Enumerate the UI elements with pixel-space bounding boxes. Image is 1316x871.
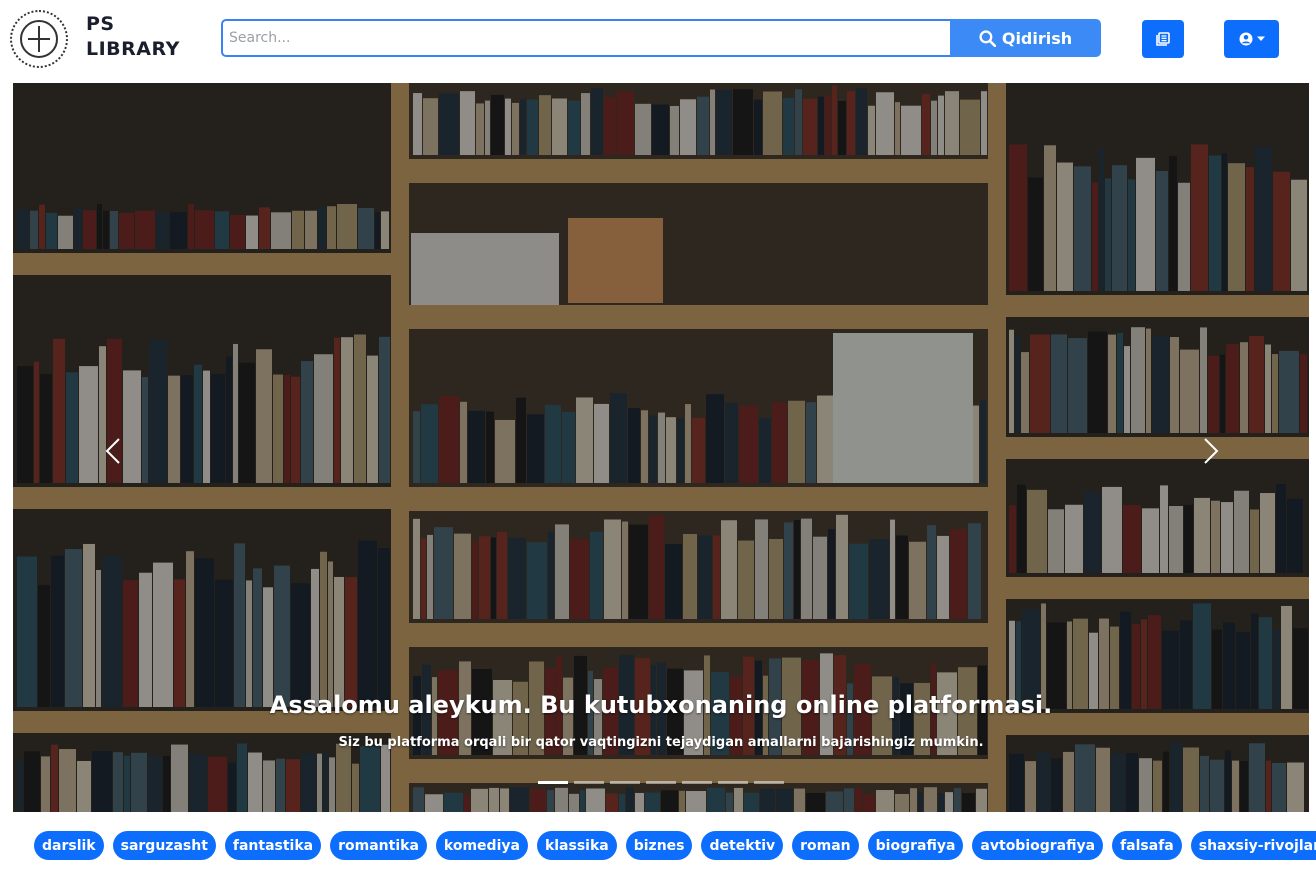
carousel-indicator[interactable] xyxy=(718,781,748,784)
carousel-indicator[interactable] xyxy=(538,781,568,784)
hero-carousel[interactable]: Assalomu aleykum. Bu kutubxonaning onlin… xyxy=(13,83,1309,812)
search-form: Qidirish xyxy=(221,19,1101,57)
category-tag[interactable]: shaxsiy-rivojlanish xyxy=(1190,831,1316,860)
category-tag[interactable]: sarguzasht xyxy=(112,831,216,860)
carousel-subtitle: Siz bu platforma orqali bir qator vaqtin… xyxy=(338,735,984,750)
chevron-left-icon xyxy=(105,438,120,464)
carousel-next-button[interactable] xyxy=(1191,431,1231,471)
carousel-prev-button[interactable] xyxy=(93,431,133,471)
category-tag[interactable]: falsafa xyxy=(1112,831,1182,860)
category-tag[interactable]: romantika xyxy=(330,831,427,860)
brand-line-1: PS xyxy=(86,13,115,35)
search-button[interactable]: Qidirish xyxy=(950,19,1101,57)
category-tag[interactable]: biznes xyxy=(625,831,693,860)
caret-down-icon xyxy=(1256,36,1265,41)
user-circle-icon xyxy=(1239,32,1252,46)
carousel-indicator[interactable] xyxy=(682,781,712,784)
category-tag[interactable]: roman xyxy=(792,831,859,860)
user-menu-button[interactable] xyxy=(1224,20,1279,58)
category-tag[interactable]: fantastika xyxy=(224,831,322,860)
chevron-right-icon xyxy=(1204,438,1219,464)
navbar: PS LIBRARY Qidirish xyxy=(0,0,1316,80)
category-tag[interactable]: avtobiografiya xyxy=(972,831,1104,860)
category-tag[interactable]: klassika xyxy=(536,831,617,860)
globe-icon xyxy=(20,20,58,58)
category-tag[interactable]: detektiv xyxy=(701,831,784,860)
search-button-label: Qidirish xyxy=(1001,28,1073,48)
carousel-indicators xyxy=(538,781,784,784)
category-tag[interactable]: komediya xyxy=(435,831,528,860)
brand-line-2: LIBRARY xyxy=(86,38,180,60)
brand-name[interactable]: PS LIBRARY xyxy=(86,12,180,62)
search-input[interactable] xyxy=(221,19,950,57)
library-logo[interactable] xyxy=(10,10,68,68)
carousel-title: Assalomu aleykum. Bu kutubxonaning onlin… xyxy=(269,691,1053,719)
category-tag[interactable]: darslik xyxy=(34,831,104,860)
category-tags: darslik sarguzasht fantastika romantika kome… xyxy=(34,831,1316,861)
carousel-indicator[interactable] xyxy=(646,781,676,784)
category-tag[interactable]: biografiya xyxy=(867,831,964,860)
books-button[interactable] xyxy=(1142,20,1184,58)
search-icon xyxy=(979,29,996,47)
books-icon xyxy=(1156,32,1170,46)
carousel-indicator[interactable] xyxy=(574,781,604,784)
carousel-indicator[interactable] xyxy=(754,781,784,784)
carousel-indicator[interactable] xyxy=(610,781,640,784)
